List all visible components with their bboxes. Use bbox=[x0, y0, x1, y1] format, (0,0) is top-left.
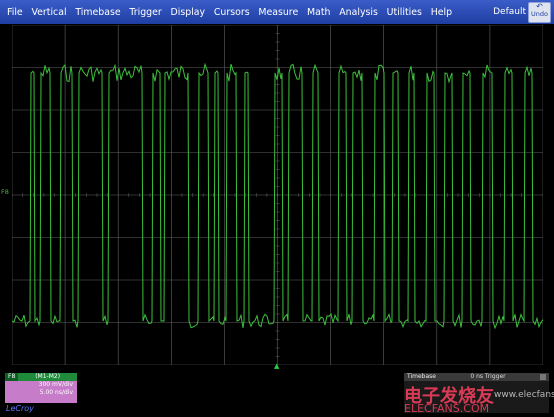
menu-display[interactable]: Display bbox=[166, 7, 209, 18]
default-setup-label[interactable]: Default bbox=[493, 7, 526, 17]
menu-cursors[interactable]: Cursors bbox=[210, 7, 254, 18]
menu-math[interactable]: Math bbox=[303, 7, 335, 18]
trace-tdiv: 5.00 ns/div bbox=[39, 389, 73, 396]
trace-marker: F8 bbox=[1, 188, 9, 196]
undo-label: Undo bbox=[531, 10, 548, 18]
menu-measure[interactable]: Measure bbox=[254, 7, 303, 18]
watermark-url: www.elecfans.com bbox=[494, 390, 554, 400]
trace-descriptor-f8[interactable]: F8 (M1-M2) 300 mV/div 5.00 ns/div bbox=[5, 373, 77, 403]
timebase-label: Timebase bbox=[407, 373, 436, 380]
elecfans-watermark: 电子发烧友 www.elecfans.com ELECFANS.COM bbox=[404, 382, 554, 417]
trace-channel: F8 bbox=[5, 373, 19, 381]
menu-bar: File Vertical Timebase Trigger Display C… bbox=[0, 0, 554, 24]
menu-timebase[interactable]: Timebase bbox=[71, 7, 125, 18]
timebase-state: 0 ns Trigger bbox=[470, 373, 506, 380]
trace-function: (M1-M2) bbox=[35, 373, 61, 380]
trigger-arrow-icon: ▲ bbox=[274, 362, 280, 370]
menu-help[interactable]: Help bbox=[426, 7, 456, 18]
menu-utilities[interactable]: Utilities bbox=[382, 7, 426, 18]
trace-scale: 300 mV/div 5.00 ns/div bbox=[5, 381, 77, 403]
waveform-grid bbox=[12, 25, 543, 365]
menu-trigger[interactable]: Trigger bbox=[125, 7, 166, 18]
watermark-subtext: ELECFANS.COM bbox=[404, 402, 490, 415]
timebase-icon bbox=[539, 374, 546, 380]
lecroy-logo: LeCroy bbox=[6, 404, 34, 413]
scope-display[interactable] bbox=[12, 25, 543, 365]
trace-vdiv: 300 mV/div bbox=[38, 381, 73, 388]
menu-vertical[interactable]: Vertical bbox=[27, 7, 71, 18]
timebase-header: Timebase 0 ns Trigger bbox=[404, 373, 549, 381]
undo-button[interactable]: ↶ Undo bbox=[528, 2, 551, 23]
menu-file[interactable]: File bbox=[0, 7, 27, 18]
trace-header: F8 (M1-M2) bbox=[5, 373, 77, 381]
menu-analysis[interactable]: Analysis bbox=[335, 7, 382, 18]
